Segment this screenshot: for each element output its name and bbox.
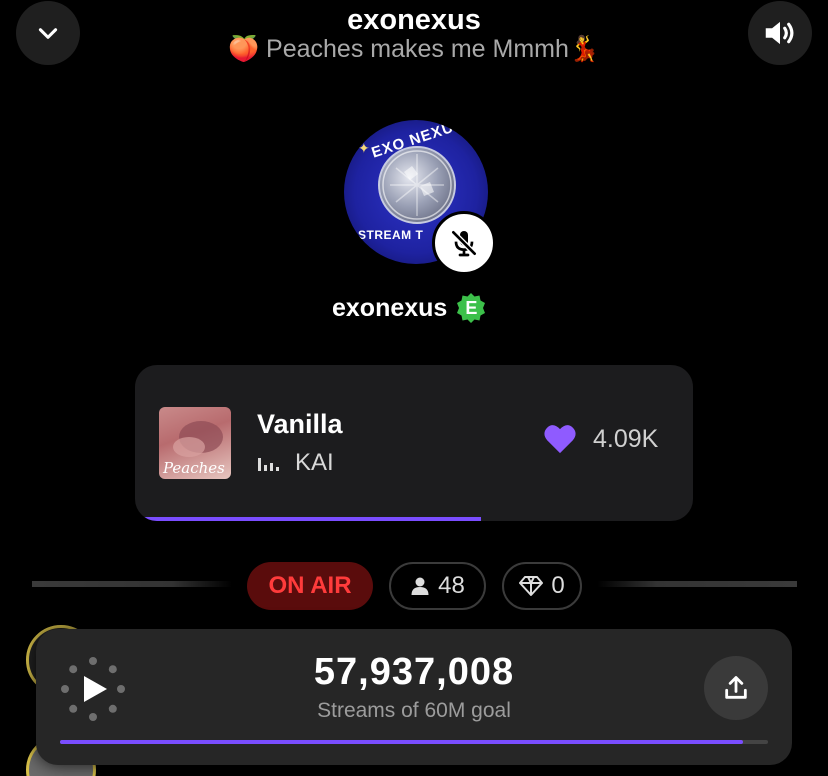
stream-goal-label: Streams of 60M goal <box>317 699 511 722</box>
now-playing-card[interactable]: Peaches Vanilla KAI 4.09K <box>135 365 693 521</box>
host-info[interactable]: exonexus E <box>332 292 487 324</box>
heart-icon <box>544 425 576 454</box>
person-icon <box>411 577 429 595</box>
share-icon <box>725 676 747 699</box>
equalizer-icon <box>258 458 279 471</box>
track-progress-bar <box>135 517 693 521</box>
divider <box>32 581 232 587</box>
track-progress-fill <box>135 517 481 521</box>
globe-icon <box>378 146 456 224</box>
mic-off-icon <box>450 229 478 257</box>
on-air-badge: ON AIR <box>247 562 373 610</box>
gems-count: 0 <box>551 572 565 599</box>
room-topic: 🍑 Peaches makes me Mmmh💃 <box>227 35 601 63</box>
goal-progress-fill <box>60 740 744 744</box>
gems-button[interactable]: 0 <box>502 562 582 610</box>
verified-badge: E <box>455 292 487 324</box>
mic-muted-badge <box>432 211 496 275</box>
room-title: exonexus <box>347 4 481 36</box>
track-artist: KAI <box>295 449 334 476</box>
goal-progress-bar <box>60 740 768 744</box>
stream-count: 57,937,008 <box>313 651 515 693</box>
likes-count: 4.09K <box>593 424 659 453</box>
diamond-icon <box>519 576 544 596</box>
avatar-caption: STREAM T <box>358 228 424 242</box>
listeners-button[interactable]: 48 <box>389 562 486 610</box>
like-button[interactable]: 4.09K <box>543 423 658 455</box>
host-name: exonexus <box>332 293 448 322</box>
divider <box>597 581 797 587</box>
share-button[interactable] <box>704 656 768 720</box>
badge-letter: E <box>465 297 478 318</box>
speaker-icon <box>765 21 794 45</box>
stream-goal-bar: 57,937,008 Streams of 60M goal <box>36 629 792 765</box>
album-cover: Peaches <box>159 407 231 479</box>
listeners-count: 48 <box>438 572 465 599</box>
sound-button[interactable] <box>748 1 812 65</box>
album-cover-text: Peaches <box>163 459 225 477</box>
track-title: Vanilla <box>257 409 343 439</box>
